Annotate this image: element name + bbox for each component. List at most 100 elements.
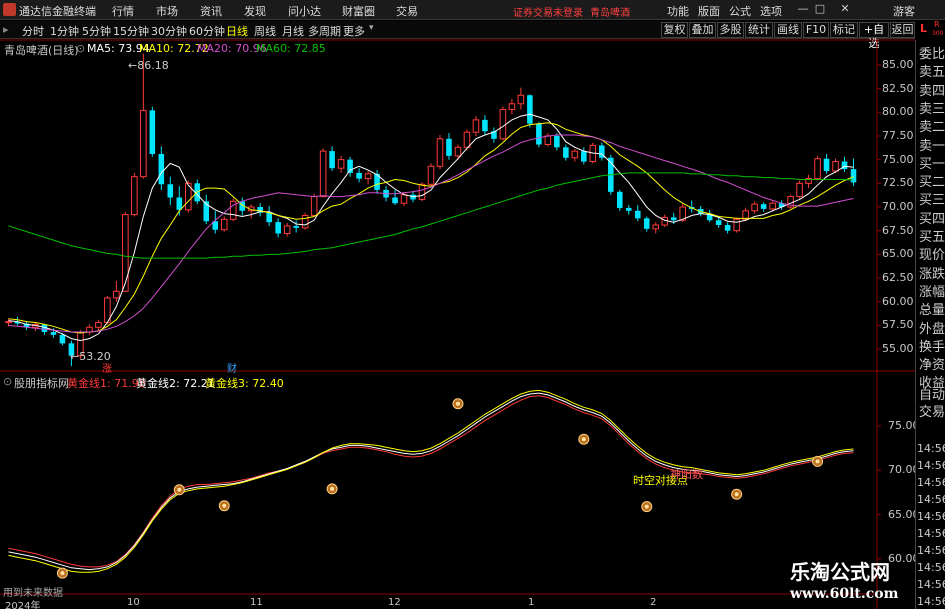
side-item-6[interactable]: 买一 bbox=[919, 153, 945, 172]
candle-body bbox=[652, 224, 660, 230]
signal-marker-core bbox=[815, 459, 820, 464]
legend-gold-line-2: 黄金线2: 72.21 bbox=[136, 377, 215, 390]
side-item-15[interactable]: 外盘 bbox=[919, 318, 945, 337]
candle-body bbox=[643, 218, 650, 229]
candle-body bbox=[832, 161, 839, 172]
candle-body bbox=[113, 290, 120, 299]
y-tick-label: 65.00 bbox=[882, 247, 914, 261]
x-label-11: 11 bbox=[250, 597, 263, 608]
candle-body bbox=[634, 210, 641, 219]
signal-marker-core bbox=[222, 503, 227, 508]
y-tick-label: 55.00 bbox=[882, 342, 914, 356]
x-label-1: 1 bbox=[528, 597, 535, 608]
candle-body bbox=[5, 321, 12, 324]
candle-body bbox=[581, 151, 587, 162]
x-label-12: 12 bbox=[388, 597, 401, 608]
side-item-20[interactable]: 交易 bbox=[919, 401, 945, 420]
signal-marker-core bbox=[455, 401, 460, 406]
candle-body bbox=[319, 150, 327, 198]
candle-body bbox=[517, 94, 525, 105]
signal-marker-core bbox=[734, 492, 739, 497]
side-item-14[interactable]: 总量 bbox=[919, 299, 945, 318]
signal-marker-core bbox=[177, 487, 182, 492]
watermark-url: www.60lt.com bbox=[790, 586, 899, 602]
y-tick-label: 62.50 bbox=[882, 271, 914, 285]
side-item-10[interactable]: 买五 bbox=[919, 226, 945, 245]
trade-time-9: 14:56 bbox=[917, 595, 945, 608]
candle-body bbox=[176, 197, 183, 210]
candle-body bbox=[158, 153, 165, 185]
candle-body bbox=[59, 334, 66, 344]
y-tick-label: 82.50 bbox=[882, 81, 914, 95]
candle-body bbox=[463, 131, 471, 148]
candle-body bbox=[508, 103, 516, 110]
candle-body bbox=[616, 191, 623, 208]
side-item-4[interactable]: 卖二 bbox=[919, 116, 945, 135]
side-item-13[interactable]: 涨幅 bbox=[919, 281, 945, 300]
y-tick-label: 60.00 bbox=[882, 294, 914, 308]
candle-body bbox=[427, 165, 435, 185]
candle-body bbox=[823, 158, 830, 172]
side-item-3[interactable]: 卖三 bbox=[919, 98, 945, 117]
y-tick-label: 85.00 bbox=[882, 57, 914, 71]
y-tick-label: 77.50 bbox=[882, 128, 914, 142]
candle-body bbox=[454, 146, 462, 157]
side-item-1[interactable]: 卖五 bbox=[919, 61, 945, 80]
candle-body bbox=[95, 322, 102, 328]
candle-body bbox=[283, 225, 291, 235]
candle-body bbox=[220, 218, 228, 231]
candle-body bbox=[446, 138, 452, 156]
side-item-17[interactable]: 净资 bbox=[919, 354, 945, 373]
y-tick-label: 67.50 bbox=[882, 223, 914, 237]
y-tick-label: 75.00 bbox=[882, 152, 914, 166]
candle-body bbox=[337, 159, 345, 169]
limit-up-marker[interactable]: 涨 bbox=[102, 360, 112, 375]
candle-body bbox=[472, 119, 480, 133]
kline-chart-canvas[interactable] bbox=[0, 0, 945, 609]
trade-time-0: 14:56 bbox=[917, 442, 945, 455]
side-item-7[interactable]: 买二 bbox=[919, 171, 945, 190]
indicator-line-1 bbox=[8, 395, 854, 568]
side-item-12[interactable]: 涨跌 bbox=[919, 263, 945, 282]
x-label-2: 2 bbox=[650, 597, 657, 608]
candle-body bbox=[733, 218, 740, 232]
legend-gold-line-1: 黄金线1: 71.98 bbox=[67, 377, 146, 390]
trade-time-3: 14:56 bbox=[917, 493, 945, 506]
indicator-toggle-icon[interactable]: ⊙ bbox=[3, 375, 12, 388]
candle-body bbox=[571, 150, 579, 159]
signal-marker-core bbox=[581, 437, 586, 442]
candle-body bbox=[167, 184, 174, 198]
candle-body bbox=[670, 217, 677, 221]
signal-marker-core bbox=[60, 571, 65, 576]
watermark-title: 乐淘公式网 bbox=[790, 560, 890, 584]
side-item-9[interactable]: 买四 bbox=[919, 208, 945, 227]
indicator-name[interactable]: 股朋指标网 bbox=[14, 375, 69, 391]
x-label-10: 10 bbox=[127, 597, 140, 608]
side-item-2[interactable]: 卖四 bbox=[919, 80, 945, 99]
side-item-11[interactable]: 现价 bbox=[919, 244, 945, 263]
candle-body bbox=[275, 222, 281, 234]
candle-body bbox=[796, 182, 803, 198]
y-tick-label: 72.50 bbox=[882, 176, 914, 190]
candle-body bbox=[364, 173, 372, 180]
candle-body bbox=[131, 176, 138, 216]
legend-toggle-icon[interactable]: ⊙ bbox=[76, 42, 85, 55]
trade-time-6: 14:56 bbox=[917, 544, 945, 557]
finance-marker[interactable]: 财 bbox=[227, 360, 237, 375]
trade-time-8: 14:56 bbox=[917, 578, 945, 591]
side-item-0[interactable]: 委比 bbox=[919, 43, 945, 62]
side-item-8[interactable]: 买三 bbox=[919, 189, 945, 208]
candle-body bbox=[149, 110, 156, 154]
legend-ma60: MA60: 72.85 bbox=[256, 42, 326, 55]
candle-body bbox=[760, 204, 767, 209]
candle-body bbox=[544, 135, 552, 145]
side-item-5[interactable]: 卖一 bbox=[919, 135, 945, 154]
quote-side-panel: 委比 卖五 卖四 卖三 卖二 卖一 买一 买二 买三 买四 买五 现价 涨跌 涨幅 总量 外盘 换手 净资 收益 自动… bbox=[915, 40, 945, 609]
side-item-16[interactable]: 换手 bbox=[919, 336, 945, 355]
signal-marker-core bbox=[330, 486, 335, 491]
candle-body bbox=[418, 183, 426, 200]
candle-body bbox=[356, 172, 362, 179]
candle-body bbox=[527, 95, 533, 124]
candle-body bbox=[715, 220, 722, 225]
candle-body bbox=[392, 197, 398, 204]
